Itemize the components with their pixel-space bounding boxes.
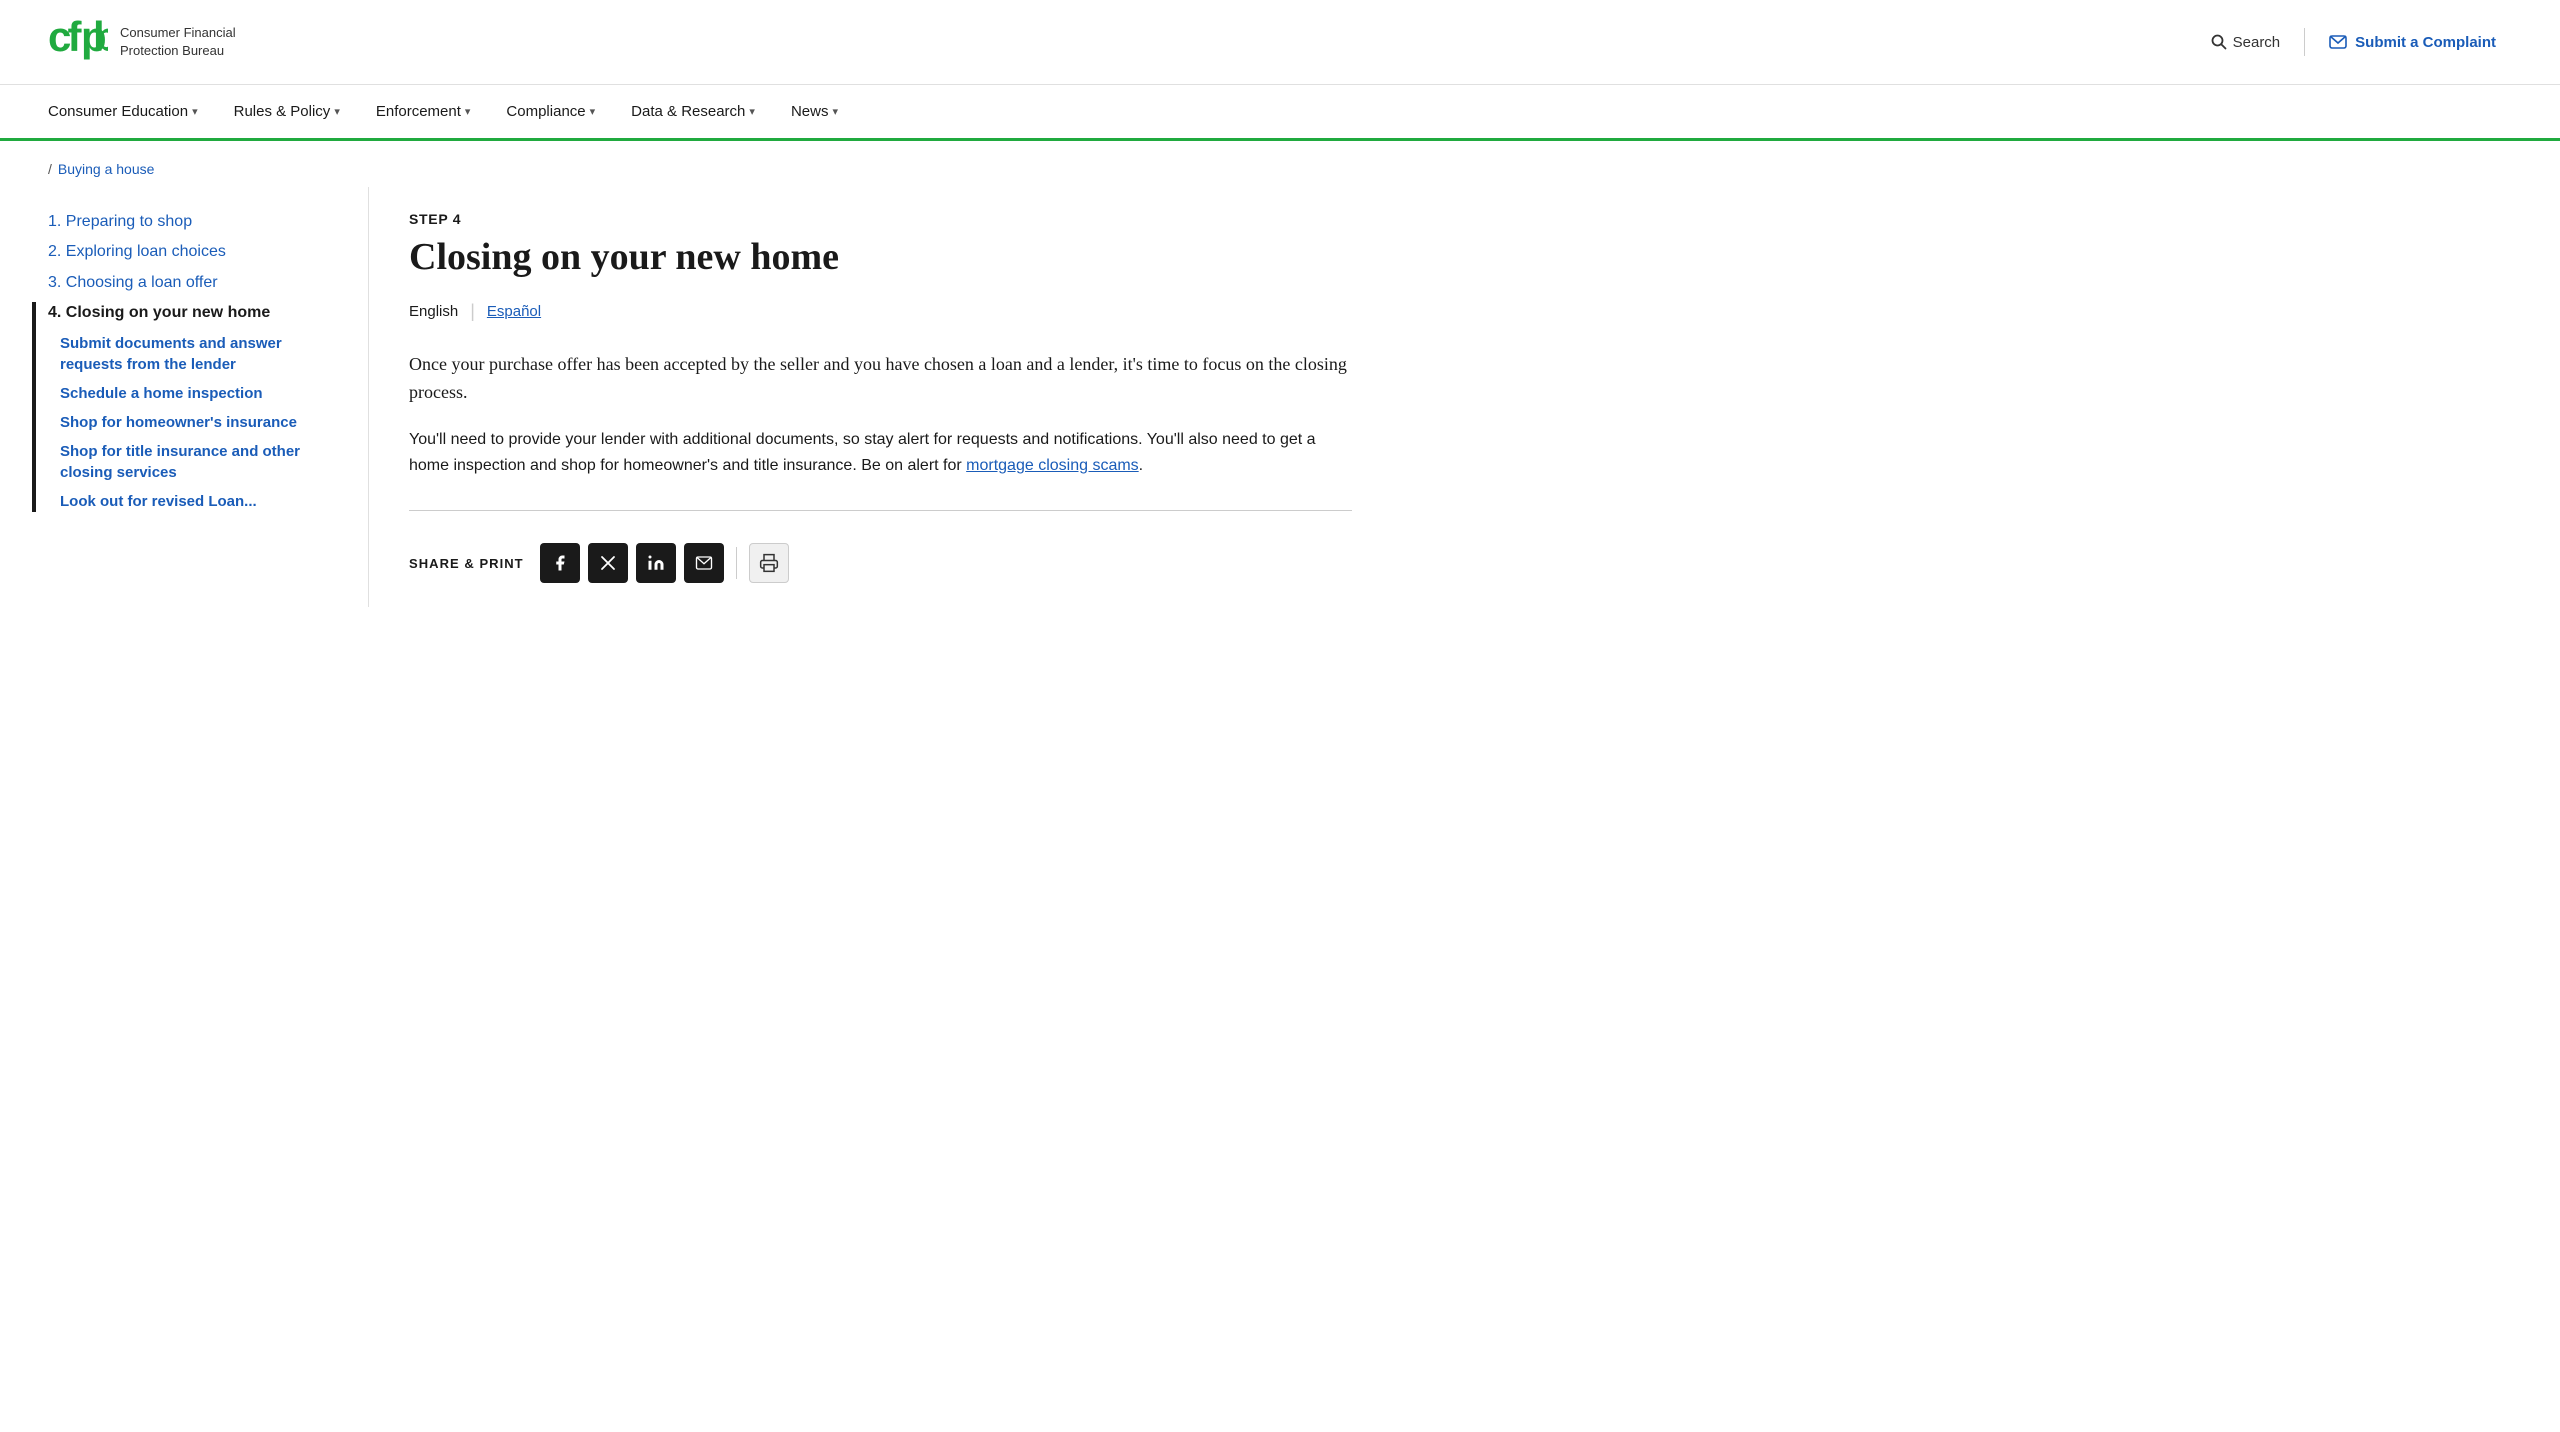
cfpb-logo[interactable]: c f p b <box>48 12 108 72</box>
chevron-down-icon: ▾ <box>832 105 838 118</box>
step-label: STEP 4 <box>409 211 1352 227</box>
sidebar-link-step2[interactable]: 2. Exploring loan choices <box>48 243 226 260</box>
sidebar-sub-item-2[interactable]: Schedule a home inspection <box>60 383 344 404</box>
language-selector: English | Español <box>409 301 1352 322</box>
sidebar-sub-item-5[interactable]: Look out for revised Loan... <box>60 491 344 512</box>
search-button[interactable]: Search <box>2195 26 2297 59</box>
search-label: Search <box>2233 34 2281 51</box>
complaint-label: Submit a Complaint <box>2355 34 2496 51</box>
chevron-down-icon: ▾ <box>334 105 340 118</box>
body-text-after-link: . <box>1139 457 1143 474</box>
breadcrumb-link[interactable]: Buying a house <box>58 161 155 177</box>
body-paragraph: You'll need to provide your lender with … <box>409 427 1352 478</box>
sidebar-link-step3[interactable]: 3. Choosing a loan offer <box>48 274 218 291</box>
sidebar-sub-link-1[interactable]: Submit documents and answer requests fro… <box>60 335 282 373</box>
sidebar-sub-item-1[interactable]: Submit documents and answer requests fro… <box>60 333 344 375</box>
main-nav: Consumer Education ▾ Rules & Policy ▾ En… <box>0 85 2560 141</box>
sidebar-sub-item-4[interactable]: Shop for title insurance and other closi… <box>60 441 344 483</box>
logo-text: Consumer FinancialProtection Bureau <box>120 24 236 60</box>
chevron-down-icon: ▾ <box>590 105 596 118</box>
facebook-icon <box>551 554 569 572</box>
body-text-before-link: You'll need to provide your lender with … <box>409 431 1316 474</box>
share-print-divider <box>736 547 737 579</box>
language-divider: | <box>470 301 475 322</box>
nav-item-consumer-education[interactable]: Consumer Education ▾ <box>48 85 226 138</box>
chevron-down-icon: ▾ <box>192 105 198 118</box>
chevron-down-icon: ▾ <box>749 105 755 118</box>
mortgage-scams-link[interactable]: mortgage closing scams <box>966 457 1139 474</box>
print-button[interactable] <box>749 543 789 583</box>
language-current: English <box>409 303 458 320</box>
sidebar-item-step1[interactable]: 1. Preparing to shop <box>48 211 344 233</box>
intro-paragraph: Once your purchase offer has been accept… <box>409 350 1352 408</box>
main-content: STEP 4 Closing on your new home English … <box>368 187 1352 607</box>
sidebar-sub-item-3[interactable]: Shop for homeowner's insurance <box>60 412 344 433</box>
nav-item-rules-policy[interactable]: Rules & Policy ▾ <box>234 85 368 138</box>
nav-item-news[interactable]: News ▾ <box>791 85 866 138</box>
nav-label: Compliance <box>506 103 585 120</box>
sidebar-sub-link-5[interactable]: Look out for revised Loan... <box>60 493 257 510</box>
content-divider <box>409 510 1352 511</box>
site-name-text: Consumer FinancialProtection Bureau <box>120 25 236 58</box>
sidebar: 1. Preparing to shop 2. Exploring loan c… <box>48 187 368 607</box>
sidebar-item-step2[interactable]: 2. Exploring loan choices <box>48 241 344 263</box>
nav-list: Consumer Education ▾ Rules & Policy ▾ En… <box>48 85 2512 138</box>
sidebar-item-step4-active: 4. Closing on your new home Submit docum… <box>32 302 344 511</box>
share-linkedin-button[interactable] <box>636 543 676 583</box>
nav-label: Rules & Policy <box>234 103 331 120</box>
header-actions: Search Submit a Complaint <box>2195 26 2512 59</box>
svg-text:f: f <box>68 13 83 60</box>
email-icon <box>695 554 713 572</box>
logo-area: c f p b Consumer FinancialProtection Bur… <box>48 12 236 72</box>
header-divider <box>2304 28 2305 56</box>
language-alt-link[interactable]: Español <box>487 303 541 320</box>
complaint-button[interactable]: Submit a Complaint <box>2313 26 2512 59</box>
share-label: SHARE & PRINT <box>409 556 524 571</box>
share-icons <box>540 543 789 583</box>
nav-label: Data & Research <box>631 103 745 120</box>
sidebar-sub-link-4[interactable]: Shop for title insurance and other closi… <box>60 443 300 481</box>
x-twitter-icon <box>599 554 617 572</box>
nav-label: Enforcement <box>376 103 461 120</box>
share-print-section: SHARE & PRINT <box>409 543 1352 583</box>
sidebar-sub-link-2[interactable]: Schedule a home inspection <box>60 385 263 402</box>
sidebar-item-step3[interactable]: 3. Choosing a loan offer <box>48 272 344 294</box>
nav-item-data-research[interactable]: Data & Research ▾ <box>631 85 783 138</box>
share-facebook-button[interactable] <box>540 543 580 583</box>
main-layout: 1. Preparing to shop 2. Exploring loan c… <box>0 187 1400 607</box>
linkedin-icon <box>647 554 665 572</box>
nav-label: Consumer Education <box>48 103 188 120</box>
sidebar-sub-items: Submit documents and answer requests fro… <box>48 333 344 512</box>
page-title: Closing on your new home <box>409 235 1352 281</box>
sidebar-active-title: 4. Closing on your new home <box>48 304 270 321</box>
breadcrumb: / Buying a house <box>0 141 2560 187</box>
nav-item-enforcement[interactable]: Enforcement ▾ <box>376 85 499 138</box>
share-twitter-button[interactable] <box>588 543 628 583</box>
print-icon <box>759 553 779 573</box>
site-header: c f p b Consumer FinancialProtection Bur… <box>0 0 2560 85</box>
sidebar-link-step1[interactable]: 1. Preparing to shop <box>48 213 192 230</box>
search-icon <box>2211 34 2227 50</box>
nav-label: News <box>791 103 829 120</box>
complaint-icon <box>2329 35 2347 49</box>
svg-text:b: b <box>93 13 108 60</box>
nav-item-compliance[interactable]: Compliance ▾ <box>506 85 623 138</box>
breadcrumb-separator: / <box>48 161 52 177</box>
sidebar-sub-link-3[interactable]: Shop for homeowner's insurance <box>60 414 297 431</box>
share-email-button[interactable] <box>684 543 724 583</box>
chevron-down-icon: ▾ <box>465 105 471 118</box>
